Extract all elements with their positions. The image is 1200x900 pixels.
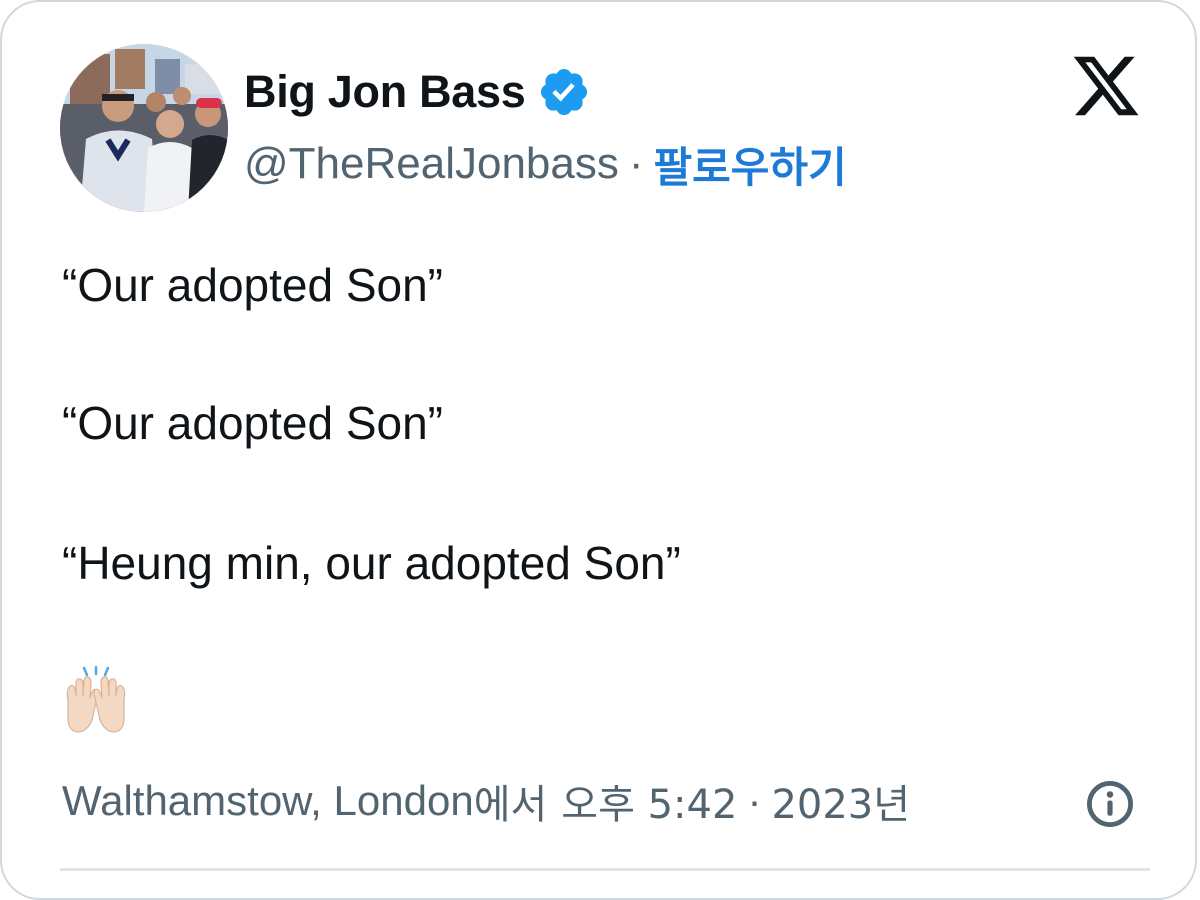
divider bbox=[60, 868, 1150, 871]
author-name-row: Big Jon Bass bbox=[244, 64, 591, 120]
raising-hands-emoji-icon bbox=[66, 666, 126, 733]
avatar-photo bbox=[60, 44, 228, 212]
tweet-text-line-2: “Our adopted Son” bbox=[62, 397, 444, 449]
tweet-card: Big Jon Bass @TheRealJonbass · 팔로우하기 “Ou… bbox=[0, 0, 1197, 900]
tweet-year[interactable]: 2023년 bbox=[771, 772, 910, 830]
author-handle-row: @TheRealJonbass · 팔로우하기 bbox=[244, 136, 847, 192]
tweet-time[interactable]: 오후 5:42 bbox=[561, 772, 737, 830]
handle-separator: · bbox=[628, 139, 644, 188]
meta-separator: · bbox=[747, 777, 762, 824]
tweet-text-line-1: “Our adopted Son” bbox=[62, 259, 444, 311]
author-display-name[interactable]: Big Jon Bass bbox=[244, 66, 526, 118]
tweet-text-line-3: “Heung min, our adopted Son” bbox=[62, 537, 681, 589]
info-icon[interactable] bbox=[1084, 778, 1136, 830]
tweet-meta: Walthamstow, London 에서 오후 5:42 · 2023년 bbox=[62, 772, 910, 830]
location-suffix: 에서 bbox=[473, 782, 548, 828]
x-logo-icon[interactable] bbox=[1068, 50, 1144, 122]
verified-badge-icon bbox=[541, 68, 588, 116]
avatar[interactable] bbox=[60, 44, 228, 212]
follow-link[interactable]: 팔로우하기 bbox=[654, 134, 847, 195]
tweet-location[interactable]: Walthamstow, London bbox=[62, 777, 474, 825]
author-handle[interactable]: @TheRealJonbass bbox=[244, 139, 619, 189]
